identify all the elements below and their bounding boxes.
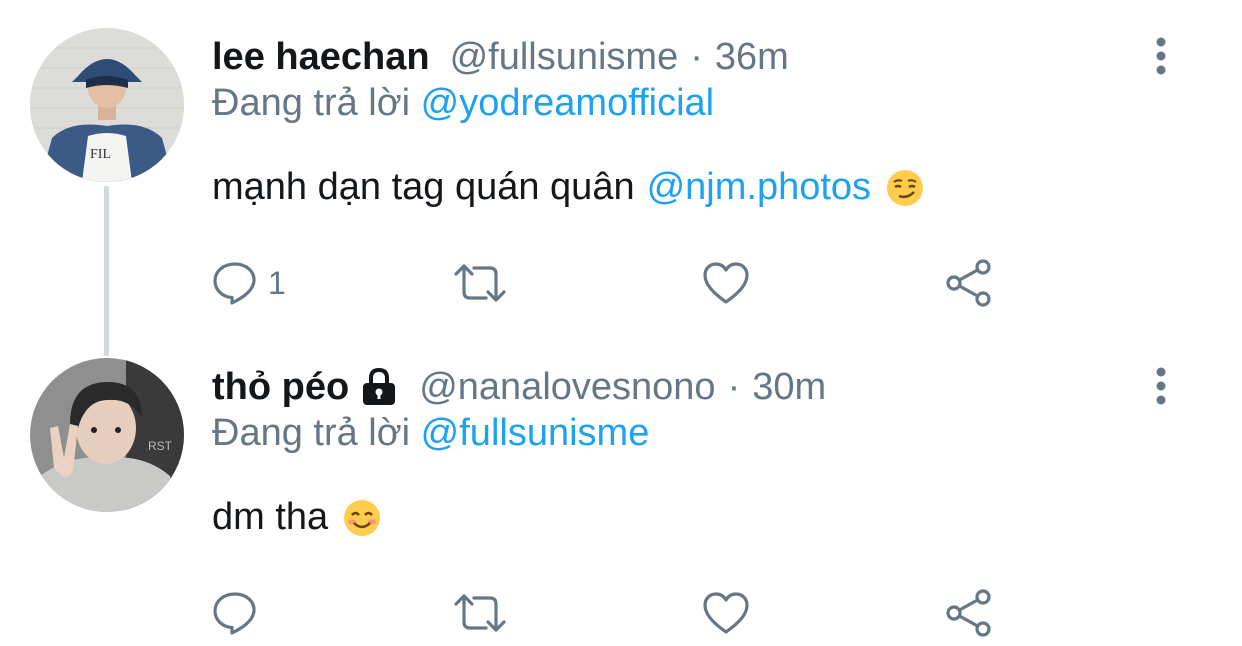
smirking-face-emoji <box>885 168 925 208</box>
replying-to-mention[interactable]: @fullsunisme <box>421 412 650 454</box>
lock-icon <box>359 366 399 408</box>
heart-icon <box>703 262 749 304</box>
retweet-button[interactable] <box>452 258 508 308</box>
user-handle[interactable]: @fullsunisme <box>450 36 679 79</box>
share-icon <box>946 589 991 637</box>
avatar-photo-peace-sign: RST <box>30 358 184 512</box>
avatar[interactable]: FIL <box>30 28 184 182</box>
replying-to: Đang trả lời @fullsunisme <box>212 412 649 455</box>
timestamp[interactable]: 30m <box>752 366 826 409</box>
svg-text:RST: RST <box>148 439 173 453</box>
like-button[interactable] <box>702 258 750 308</box>
more-vertical-icon[interactable] <box>1150 366 1172 406</box>
heart-icon <box>703 592 749 634</box>
comment-bubble-icon <box>213 262 256 305</box>
replying-to-label: Đang trả lời <box>212 82 411 124</box>
display-name[interactable]: lee haechan <box>212 36 430 79</box>
timestamp[interactable]: 36m <box>715 36 789 79</box>
more-vertical-icon[interactable] <box>1150 36 1172 76</box>
tweet-text: mạnh dạn tag quán quân @njm.photos <box>212 166 925 209</box>
tweet-mention[interactable]: @njm.photos <box>647 166 871 209</box>
replying-to-mention[interactable]: @yodreamofficial <box>421 82 714 124</box>
comment-bubble-icon <box>213 592 256 635</box>
user-handle[interactable]: @nanalovesnono <box>419 366 715 409</box>
smiling-face-emoji <box>342 498 382 538</box>
reply-button[interactable]: 1 <box>212 258 286 308</box>
tweet-header: thỏ péo @nanalovesnono · 30m <box>212 362 826 412</box>
tweet-body: dm tha <box>212 496 329 538</box>
tweet-actions <box>212 588 1012 638</box>
retweet-button[interactable] <box>452 588 508 638</box>
tweet-header: lee haechan @fullsunisme · 36m <box>212 32 789 82</box>
reply-count: 1 <box>268 264 286 301</box>
retweet-icon <box>454 594 506 632</box>
avatar[interactable]: RST <box>30 358 184 512</box>
display-name[interactable]: thỏ péo <box>212 366 349 409</box>
tweet-body: mạnh dạn tag quán quân <box>212 166 635 208</box>
tweet-text: dm tha <box>212 496 382 539</box>
replying-to-label: Đang trả lời <box>212 412 411 454</box>
replying-to: Đang trả lời @yodreamofficial <box>212 82 714 125</box>
like-button[interactable] <box>702 588 750 638</box>
tweet-actions: 1 <box>212 258 1012 308</box>
share-button[interactable] <box>944 588 994 638</box>
separator: · <box>727 365 741 408</box>
reply-button[interactable] <box>212 588 268 638</box>
retweet-icon <box>454 264 506 302</box>
avatar-photo-bucket-hat: FIL <box>30 28 184 182</box>
tweet[interactable]: FIL lee haechan @fullsunisme · 36m Đang … <box>0 0 1242 330</box>
share-icon <box>946 259 991 307</box>
tweet[interactable]: RST thỏ péo @nanalovesnono · 30m Đang tr… <box>0 330 1242 646</box>
separator: · <box>690 35 703 78</box>
share-button[interactable] <box>944 258 994 308</box>
svg-text:FIL: FIL <box>90 147 111 162</box>
